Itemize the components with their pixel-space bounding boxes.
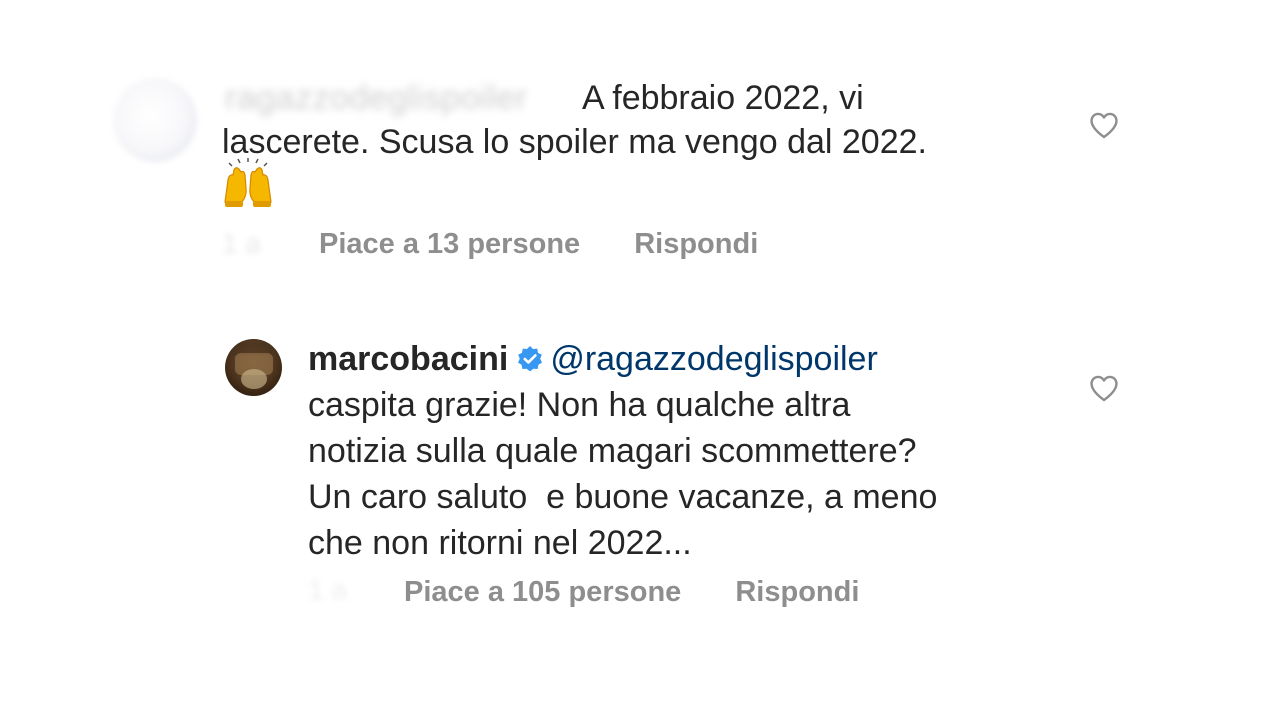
comment-2-username[interactable]: marcobacini — [308, 340, 508, 378]
comment-2-avatar[interactable] — [225, 339, 282, 396]
heart-outline-icon[interactable] — [1087, 108, 1121, 142]
comment-2-text-line-2: notizia sulla quale magari scommettere? — [308, 432, 917, 470]
comment-2-text: caspita grazie! Non ha qualche altra not… — [308, 382, 1068, 566]
comment-1-reply-button[interactable]: Rispondi — [634, 228, 758, 260]
comment-2-text-line-3: Un caro saluto e buone vacanze, a meno — [308, 478, 938, 516]
verified-badge-icon — [516, 339, 544, 372]
heart-outline-icon[interactable] — [1087, 371, 1121, 405]
raising-hands-emoji — [222, 158, 274, 208]
comment-1-text-line-1: A febbraio 2022, vi — [582, 79, 864, 117]
comment-1-text-line-2: lascerete. Scusa lo spoiler ma vengo dal… — [222, 123, 927, 161]
comment-2-reply-button[interactable]: Rispondi — [735, 576, 859, 608]
comment-2-likes-link[interactable]: Piace a 105 persone — [404, 576, 681, 608]
comment-1-time-blurred: 1 a — [222, 228, 261, 259]
comment-1-meta: Piace a 13 persone Rispondi — [319, 226, 758, 262]
comment-2-meta: Piace a 105 persone Rispondi — [404, 574, 859, 610]
comment-2-text-line-4: che non ritorni nel 2022... — [308, 524, 692, 562]
comment-1-avatar[interactable] — [113, 78, 197, 162]
comment-2-mention-link[interactable]: @ragazzodeglispoiler — [550, 340, 877, 378]
comment-2-time-blurred: 1 a — [308, 574, 347, 605]
comment-1-text: A febbraio 2022, vi lascerete. Scusa lo … — [222, 76, 1052, 164]
comment-2-text-line-1: caspita grazie! Non ha qualche altra — [308, 386, 851, 424]
comment-2-header: marcobacini @ragazzodeglispoiler — [308, 336, 878, 382]
comment-1-likes-link[interactable]: Piace a 13 persone — [319, 228, 580, 260]
